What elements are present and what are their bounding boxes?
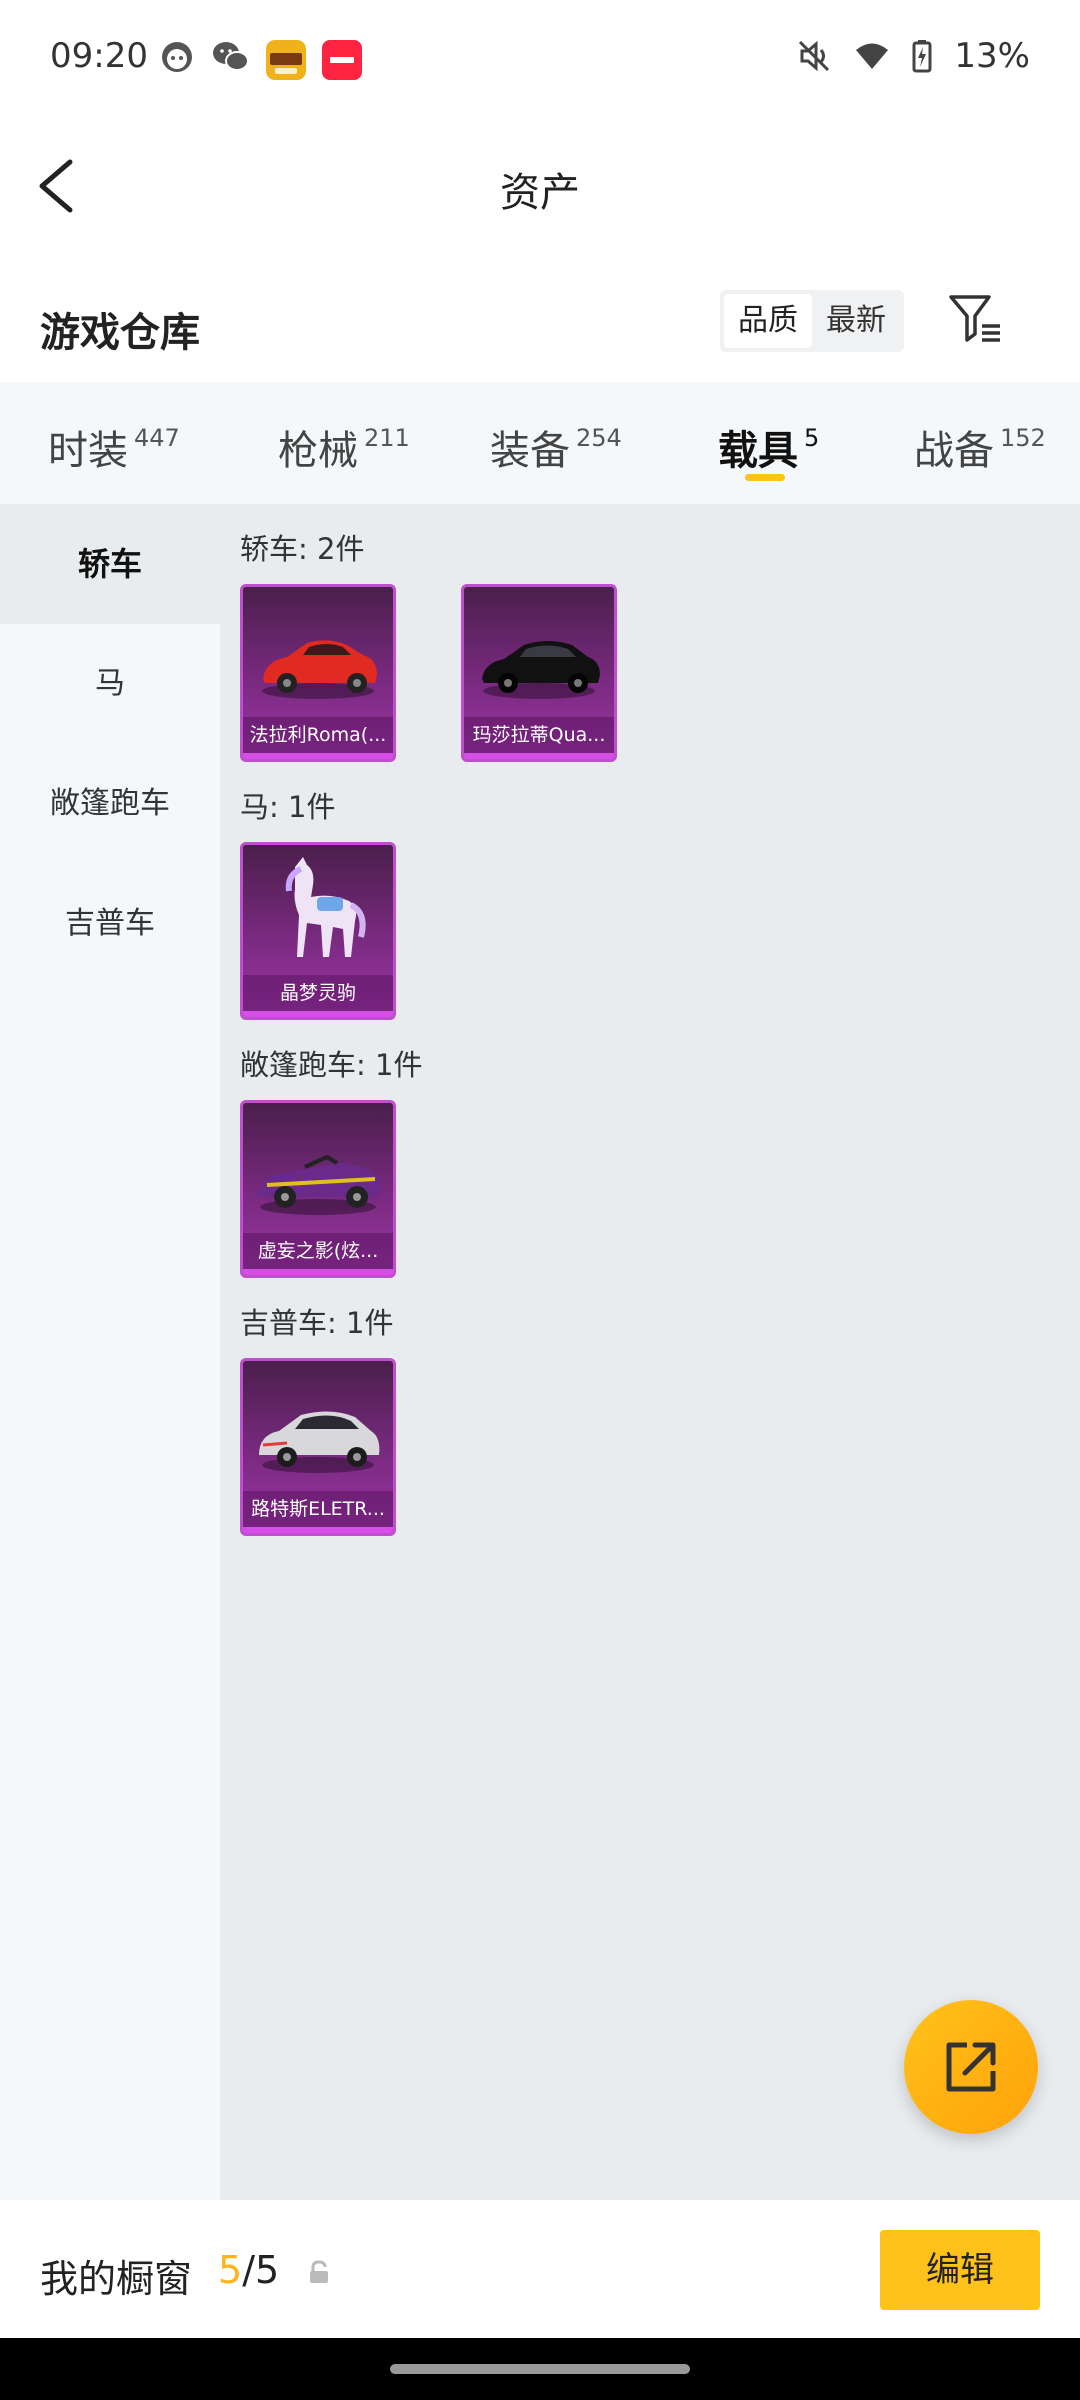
wifi-icon [856, 43, 889, 69]
tab-firearms[interactable]: 枪械 211 [278, 418, 410, 476]
showcase-total: /5 [242, 2248, 280, 2292]
subcategory-list: 轿车 马 敞篷跑车 吉普车 [0, 504, 220, 2200]
vehicle-content: 轿车: 2件 法拉利Roma(... 玛莎拉蒂Qua... 马: 1件 晶梦灵驹 [220, 504, 1080, 2200]
group-label-convertible: 敞篷跑车: 1件 [240, 1048, 423, 1082]
tab-count: 254 [576, 424, 622, 452]
group-label-horse: 马: 1件 [240, 790, 336, 824]
system-navigation-bar [0, 2338, 1080, 2400]
battery-percent: 13% [954, 36, 1030, 76]
sort-option-newest[interactable]: 最新 [812, 294, 900, 348]
item-name: 玛莎拉蒂Qua... [464, 717, 614, 753]
warehouse-title: 游戏仓库 [40, 310, 200, 356]
tab-fashion[interactable]: 时装 447 [48, 418, 180, 476]
tab-count: 447 [134, 424, 180, 452]
active-tab-indicator [745, 474, 785, 481]
edit-button[interactable]: 编辑 [880, 2230, 1040, 2310]
xiaohongshu-icon [322, 40, 362, 80]
subcategory-horse[interactable]: 马 [0, 624, 220, 744]
item-name: 法拉利Roma(... [243, 717, 393, 753]
game-app-icon [266, 40, 306, 80]
status-right: 13% [798, 36, 1030, 76]
item-card[interactable]: 虚妄之影(炫... [240, 1100, 396, 1278]
group-label-jeep: 吉普车: 1件 [240, 1306, 394, 1340]
tab-label: 时装 [48, 428, 128, 474]
share-external-icon [946, 2042, 996, 2092]
subcategory-convertible[interactable]: 敞篷跑车 [0, 744, 220, 864]
item-card[interactable]: 路特斯ELETR... [240, 1358, 396, 1536]
item-name: 虚妄之影(炫... [243, 1233, 393, 1269]
purple-convertible-icon [257, 1154, 381, 1215]
subcategory-sedan[interactable]: 轿车 [0, 504, 220, 624]
black-sedan-icon [482, 641, 600, 699]
tab-count: 152 [1000, 424, 1046, 452]
showcase-current: 5 [218, 2248, 243, 2292]
subcategory-jeep[interactable]: 吉普车 [0, 864, 220, 984]
status-time: 09:20 [50, 36, 148, 76]
category-tabs: 时装 447 枪械 211 装备 254 载具 5 战备 152 [0, 382, 1080, 504]
tab-count: 211 [364, 424, 410, 452]
tab-vehicles[interactable]: 载具 5 [718, 418, 819, 476]
status-bar: 09:20 13% [0, 0, 1080, 115]
page-title: 资产 [500, 170, 580, 216]
showcase-label: 我的橱窗 [40, 2257, 193, 2301]
tab-gear[interactable]: 战备 152 [914, 418, 1046, 476]
item-name: 路特斯ELETR... [243, 1491, 393, 1527]
item-card[interactable]: 法拉利Roma(... [240, 584, 396, 762]
item-card[interactable]: 晶梦灵驹 [240, 842, 396, 1020]
item-card[interactable]: 玛莎拉蒂Qua... [461, 584, 617, 762]
red-sports-car-icon [262, 640, 377, 699]
white-suv-icon [259, 1411, 380, 1473]
tab-label: 战备 [914, 428, 994, 474]
item-name: 晶梦灵驹 [243, 975, 393, 1011]
share-button[interactable] [904, 2000, 1038, 2134]
sort-toggle: 品质 最新 [720, 290, 904, 352]
filter-icon[interactable] [948, 294, 1002, 344]
face-icon [162, 42, 192, 72]
home-gesture-bar[interactable] [390, 2364, 690, 2374]
crystal-horse-icon [285, 857, 366, 957]
sort-option-quality[interactable]: 品质 [724, 294, 812, 348]
wechat-icon [213, 42, 249, 71]
group-label-sedan: 轿车: 2件 [240, 532, 365, 566]
lock-icon [310, 2260, 328, 2283]
mute-icon [799, 40, 830, 72]
showcase-count: 5/5 [218, 2248, 279, 2292]
tab-count: 5 [804, 424, 820, 452]
tab-equipment[interactable]: 装备 254 [490, 418, 622, 476]
showcase-bar: 我的橱窗 5/5 编辑 [0, 2200, 1080, 2338]
tab-label: 枪械 [278, 428, 358, 474]
tab-label: 载具 [718, 428, 798, 474]
tab-label: 装备 [490, 428, 570, 474]
battery-charging-icon [912, 40, 932, 73]
